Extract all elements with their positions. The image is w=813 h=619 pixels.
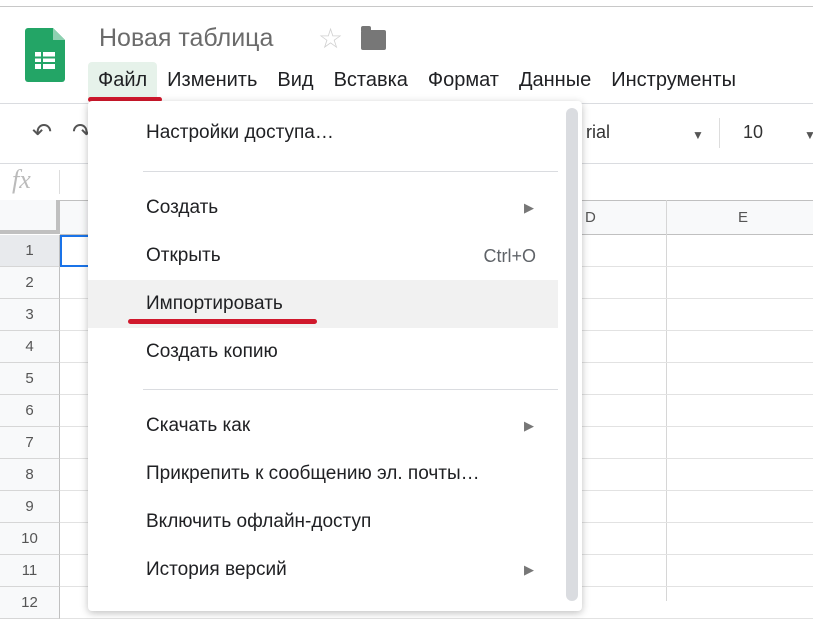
column-header-d[interactable]: D — [585, 209, 596, 226]
menu-item-offline[interactable]: Включить офлайн-доступ — [88, 498, 558, 546]
row-header[interactable]: 7 — [0, 427, 60, 459]
submenu-arrow-icon: ▶ — [524, 200, 534, 215]
menu-item-label: Включить офлайн-доступ — [146, 511, 372, 532]
divider — [59, 170, 60, 194]
annotation-underline — [128, 319, 317, 324]
menu-item-email-attachment[interactable]: Прикрепить к сообщению эл. почты… — [88, 450, 558, 498]
document-title[interactable]: Новая таблица — [99, 24, 273, 53]
menu-item-label: Создать — [146, 197, 219, 218]
fx-icon: fx — [12, 165, 31, 194]
row-header[interactable]: 4 — [0, 331, 60, 363]
row-header[interactable]: 9 — [0, 491, 60, 523]
menu-divider — [143, 389, 558, 390]
window-border — [0, 6, 813, 7]
undo-icon[interactable]: ↶ — [32, 118, 52, 147]
divider — [719, 118, 720, 148]
selected-cell[interactable] — [60, 235, 90, 267]
menu-data[interactable]: Данные — [509, 62, 601, 98]
menu-item-new[interactable]: Создать ▶ — [88, 184, 558, 232]
chevron-down-icon[interactable]: ▼ — [804, 128, 813, 142]
menu-item-label: Открыть — [146, 245, 221, 266]
row-header[interactable]: 8 — [0, 459, 60, 491]
shortcut-label: Ctrl+O — [483, 246, 536, 266]
select-all-corner[interactable] — [0, 200, 60, 234]
row-header[interactable]: 12 — [0, 587, 60, 619]
sheets-logo-icon[interactable] — [25, 28, 65, 82]
row-header[interactable]: 1 — [0, 235, 60, 267]
menu-item-version-history[interactable]: История версий ▶ — [88, 546, 558, 594]
submenu-arrow-icon: ▶ — [524, 562, 534, 577]
menu-view[interactable]: Вид — [267, 62, 323, 98]
menu-edit[interactable]: Изменить — [157, 62, 267, 98]
row-header[interactable]: 3 — [0, 299, 60, 331]
menu-item-label: Настройки доступа… — [146, 122, 334, 143]
row-header[interactable]: 11 — [0, 555, 60, 587]
submenu-arrow-icon: ▶ — [524, 418, 534, 433]
menu-scrollbar[interactable] — [566, 108, 578, 601]
menu-item-label: Импортировать — [146, 293, 283, 314]
folder-icon[interactable] — [361, 26, 386, 50]
menu-item-share-settings[interactable]: Настройки доступа… — [88, 109, 558, 157]
menu-item-label: Прикрепить к сообщению эл. почты… — [146, 463, 480, 484]
row-header[interactable]: 10 — [0, 523, 60, 555]
font-size-select[interactable]: 10 — [743, 122, 763, 143]
gridline — [666, 200, 667, 601]
menu-file[interactable]: Файл — [88, 62, 158, 98]
menu-bar: Файл Изменить Вид Вставка Формат Данные … — [88, 62, 746, 98]
menu-item-label: Создать копию — [146, 341, 278, 362]
font-select[interactable]: rial — [586, 122, 610, 143]
row-header[interactable]: 6 — [0, 395, 60, 427]
menu-divider — [143, 171, 558, 172]
menu-format[interactable]: Формат — [418, 62, 509, 98]
file-menu: Настройки доступа… Создать ▶ Открыть Ctrl+… — [88, 101, 582, 611]
menu-item-label: История версий — [146, 559, 287, 580]
menu-item-label: Скачать как — [146, 415, 251, 436]
menu-item-open[interactable]: Открыть Ctrl+O — [88, 232, 558, 280]
menu-tools[interactable]: Инструменты — [601, 62, 746, 98]
row-header[interactable]: 5 — [0, 363, 60, 395]
star-icon[interactable]: ☆ — [318, 22, 343, 55]
menu-insert[interactable]: Вставка — [324, 62, 418, 98]
column-header-e[interactable]: E — [738, 209, 748, 226]
row-header[interactable]: 2 — [0, 267, 60, 299]
menu-item-download-as[interactable]: Скачать как ▶ — [88, 402, 558, 450]
chevron-down-icon[interactable]: ▼ — [692, 128, 704, 142]
menu-item-make-copy[interactable]: Создать копию — [88, 328, 558, 376]
